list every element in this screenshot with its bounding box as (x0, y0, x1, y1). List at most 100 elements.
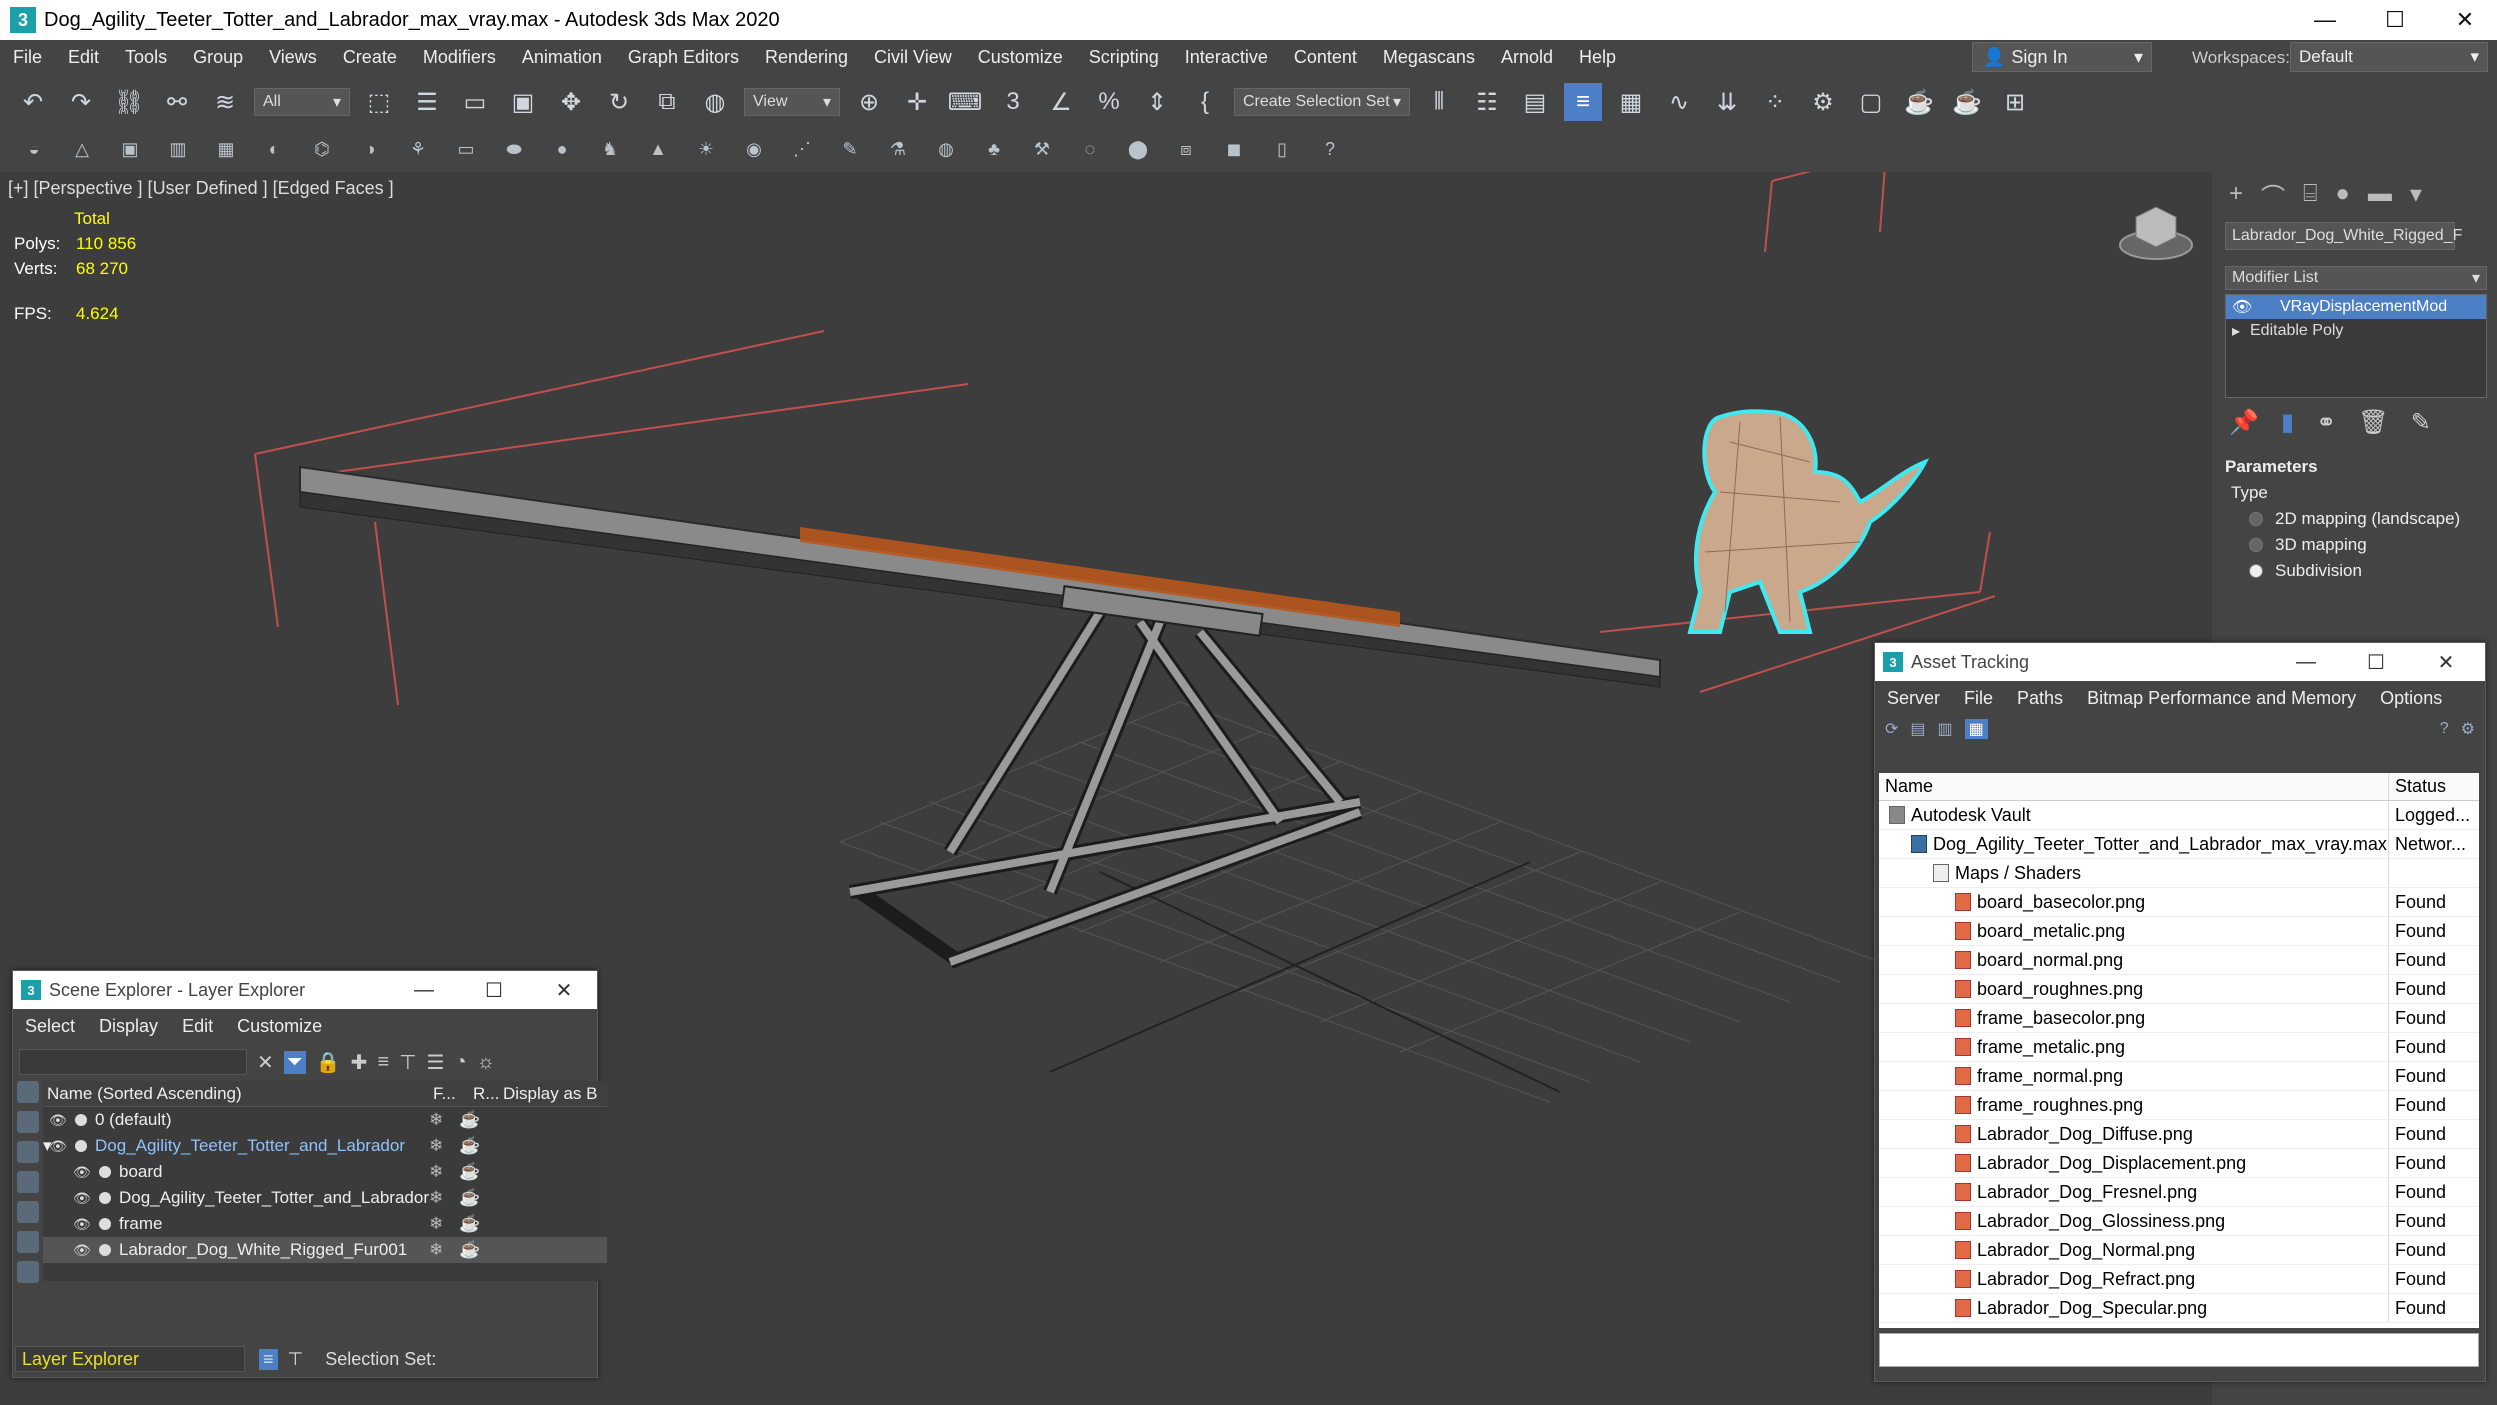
vray-material-icon[interactable]: ▥ (158, 133, 198, 165)
menu-bitmap-performance[interactable]: Bitmap Performance and Memory (2075, 688, 2368, 709)
reference-coord-dropdown[interactable]: View ▾ (744, 88, 840, 116)
renderable-icon[interactable]: ☕ (459, 1188, 489, 1208)
vray-lister-icon[interactable]: ▦ (206, 133, 246, 165)
radio-3d-mapping[interactable]: 3D mapping (2249, 535, 2497, 555)
window-crossing-icon[interactable]: ▣ (504, 83, 542, 121)
remove-modifier-icon[interactable]: 🗑 (2358, 408, 2388, 437)
viewport-label[interactable]: [+] [Perspective ] [User Defined ] [Edge… (8, 178, 394, 199)
redo-icon[interactable]: ↷ (62, 83, 100, 121)
vray-sun-icon[interactable]: ◑ (350, 133, 390, 165)
asset-row[interactable]: frame_normal.png Found (1879, 1062, 2479, 1091)
vray-ies-icon[interactable]: ⚘ (398, 133, 438, 165)
refresh-icon[interactable]: ⟳ (1885, 719, 1898, 739)
vray-camera-icon[interactable]: ◼ (1214, 133, 1254, 165)
help-icon[interactable]: ? (1310, 133, 1350, 165)
vray-cube-icon[interactable]: ⧈ (1166, 133, 1206, 165)
minimize-button[interactable]: — (2271, 643, 2341, 681)
menu-megascans[interactable]: Megascans (1370, 47, 1488, 68)
menu-civil-view[interactable]: Civil View (861, 47, 965, 68)
highlight-icon[interactable]: ◔ (454, 1051, 466, 1074)
pin-stack-icon[interactable]: 📌 (2229, 408, 2259, 437)
visibility-eye-icon[interactable]: 👁 (73, 1164, 91, 1181)
object-name-field[interactable]: Labrador_Dog_White_Rigged_F (2225, 222, 2462, 250)
vray-decal-icon[interactable]: ✎ (830, 133, 870, 165)
layer-tree-row[interactable]: 👁 frame ❄ ☕ (43, 1211, 607, 1237)
menu-views[interactable]: Views (256, 47, 330, 68)
workspace-dropdown[interactable]: Default ▾ (2290, 42, 2488, 72)
menu-tools[interactable]: Tools (112, 47, 180, 68)
rotate-icon[interactable]: ↻ (600, 83, 638, 121)
renderable-icon[interactable]: ☕ (459, 1136, 489, 1156)
show-end-result-icon[interactable]: ▮ (2281, 408, 2294, 437)
clear-search-icon[interactable]: ✕ (257, 1050, 274, 1075)
asset-row[interactable]: Labrador_Dog_Normal.png Found (1879, 1236, 2479, 1265)
place-icon[interactable]: ◍ (696, 83, 734, 121)
asset-path-field[interactable] (1879, 1333, 2479, 1367)
create-tab-icon[interactable]: + (2229, 180, 2243, 208)
help-icon[interactable]: ? (2440, 720, 2449, 738)
settings-icon[interactable]: ⚙ (2461, 719, 2475, 739)
visibility-eye-icon[interactable]: 👁 (73, 1216, 91, 1233)
parameters-header[interactable]: Parameters (2225, 457, 2497, 477)
visibility-eye-icon[interactable]: 👁 (73, 1242, 91, 1259)
freeze-icon[interactable]: ❄ (429, 1240, 459, 1260)
display-geometry-icon[interactable] (17, 1111, 39, 1133)
asset-row[interactable]: Labrador_Dog_Fresnel.png Found (1879, 1178, 2479, 1207)
visibility-eye-icon[interactable]: 👁 (49, 1112, 67, 1129)
modifier-list-dropdown[interactable]: Modifier List ▾ (2225, 266, 2487, 290)
hierarchy-tab-icon[interactable]: ⌸ (2303, 180, 2317, 208)
layer-tree-row[interactable]: 👁 Labrador_Dog_White_Rigged_Fur001 ❄ ☕ (43, 1237, 607, 1263)
align-icon[interactable]: ☷ (1468, 83, 1506, 121)
close-button[interactable]: ✕ (529, 971, 599, 1009)
renderable-icon[interactable]: ☕ (459, 1162, 489, 1182)
vray-volume-icon[interactable]: ⚗ (878, 133, 918, 165)
vray-frame-buffer-icon[interactable]: △ (62, 133, 102, 165)
ribbon-toggle-icon[interactable]: ▦ (1612, 83, 1650, 121)
undo-icon[interactable]: ↶ (14, 83, 52, 121)
mirror-icon[interactable]: ⫴ (1420, 83, 1458, 121)
layer-tree-row[interactable]: 👁 board ❄ ☕ (43, 1159, 607, 1185)
menu-server[interactable]: Server (1875, 688, 1952, 709)
column-name[interactable]: Name (1879, 773, 2389, 800)
menu-interactive[interactable]: Interactive (1172, 47, 1281, 68)
asset-row[interactable]: Labrador_Dog_Diffuse.png Found (1879, 1120, 2479, 1149)
search-input[interactable] (19, 1049, 247, 1075)
menu-modifiers[interactable]: Modifiers (410, 47, 509, 68)
menu-customize[interactable]: Customize (965, 47, 1076, 68)
snaps-toggle-icon[interactable]: 3 (994, 83, 1032, 121)
vray-swirl-icon[interactable]: ◌ (1070, 133, 1110, 165)
pivot-center-icon[interactable]: ⊕ (850, 83, 888, 121)
asset-row[interactable]: Autodesk Vault Logged... (1879, 801, 2479, 830)
menu-edit[interactable]: Edit (55, 47, 112, 68)
schematic-view-icon[interactable]: ⇊ (1708, 83, 1746, 121)
maximize-button[interactable]: ☐ (2341, 643, 2411, 681)
menu-help[interactable]: Help (1566, 47, 1629, 68)
freeze-icon[interactable]: ❄ (429, 1110, 459, 1130)
asset-row[interactable]: frame_roughnes.png Found (1879, 1091, 2479, 1120)
column-render[interactable]: R... (473, 1084, 503, 1104)
display-helpers-icon[interactable] (17, 1201, 39, 1223)
scene-explorer-toggle-icon[interactable]: ▤ (1516, 83, 1554, 121)
asset-row[interactable]: Dog_Agility_Teeter_Totter_and_Labrador_m… (1879, 830, 2479, 859)
angle-snap-icon[interactable]: ∠ (1042, 83, 1080, 121)
vray-env-icon[interactable]: ◉ (734, 133, 774, 165)
freeze-icon[interactable]: ❄ (429, 1188, 459, 1208)
vray-export-icon[interactable]: ▯ (1262, 133, 1302, 165)
vray-ball-icon[interactable]: ● (542, 133, 582, 165)
new-layer-icon[interactable]: ✚ (351, 1050, 368, 1075)
vray-plant-icon[interactable]: ♣ (974, 133, 1014, 165)
layer-explorer-toggle-icon[interactable]: ≡ (1564, 83, 1602, 121)
display-tab-icon[interactable]: ▬ (2368, 180, 2392, 208)
utilities-tab-icon[interactable]: ▾ (2410, 180, 2422, 209)
make-unique-icon[interactable]: ⚭ (2316, 408, 2336, 437)
vray-plane-icon[interactable]: ▭ (446, 133, 486, 165)
spinner-snap-icon[interactable]: ⇕ (1138, 83, 1176, 121)
vray-globe-icon[interactable]: ◍ (926, 133, 966, 165)
table-icon[interactable]: ▥ (1938, 719, 1953, 739)
layers-icon[interactable]: ☰ (427, 1050, 445, 1075)
eye-icon[interactable]: 👁 (2232, 297, 2258, 317)
vray-render-icon[interactable]: ▣ (110, 133, 150, 165)
vray-dome-icon[interactable]: ⌬ (302, 133, 342, 165)
asset-row[interactable]: Labrador_Dog_Refract.png Found (1879, 1265, 2479, 1294)
asset-row[interactable]: Labrador_Dog_Glossiness.png Found (1879, 1207, 2479, 1236)
